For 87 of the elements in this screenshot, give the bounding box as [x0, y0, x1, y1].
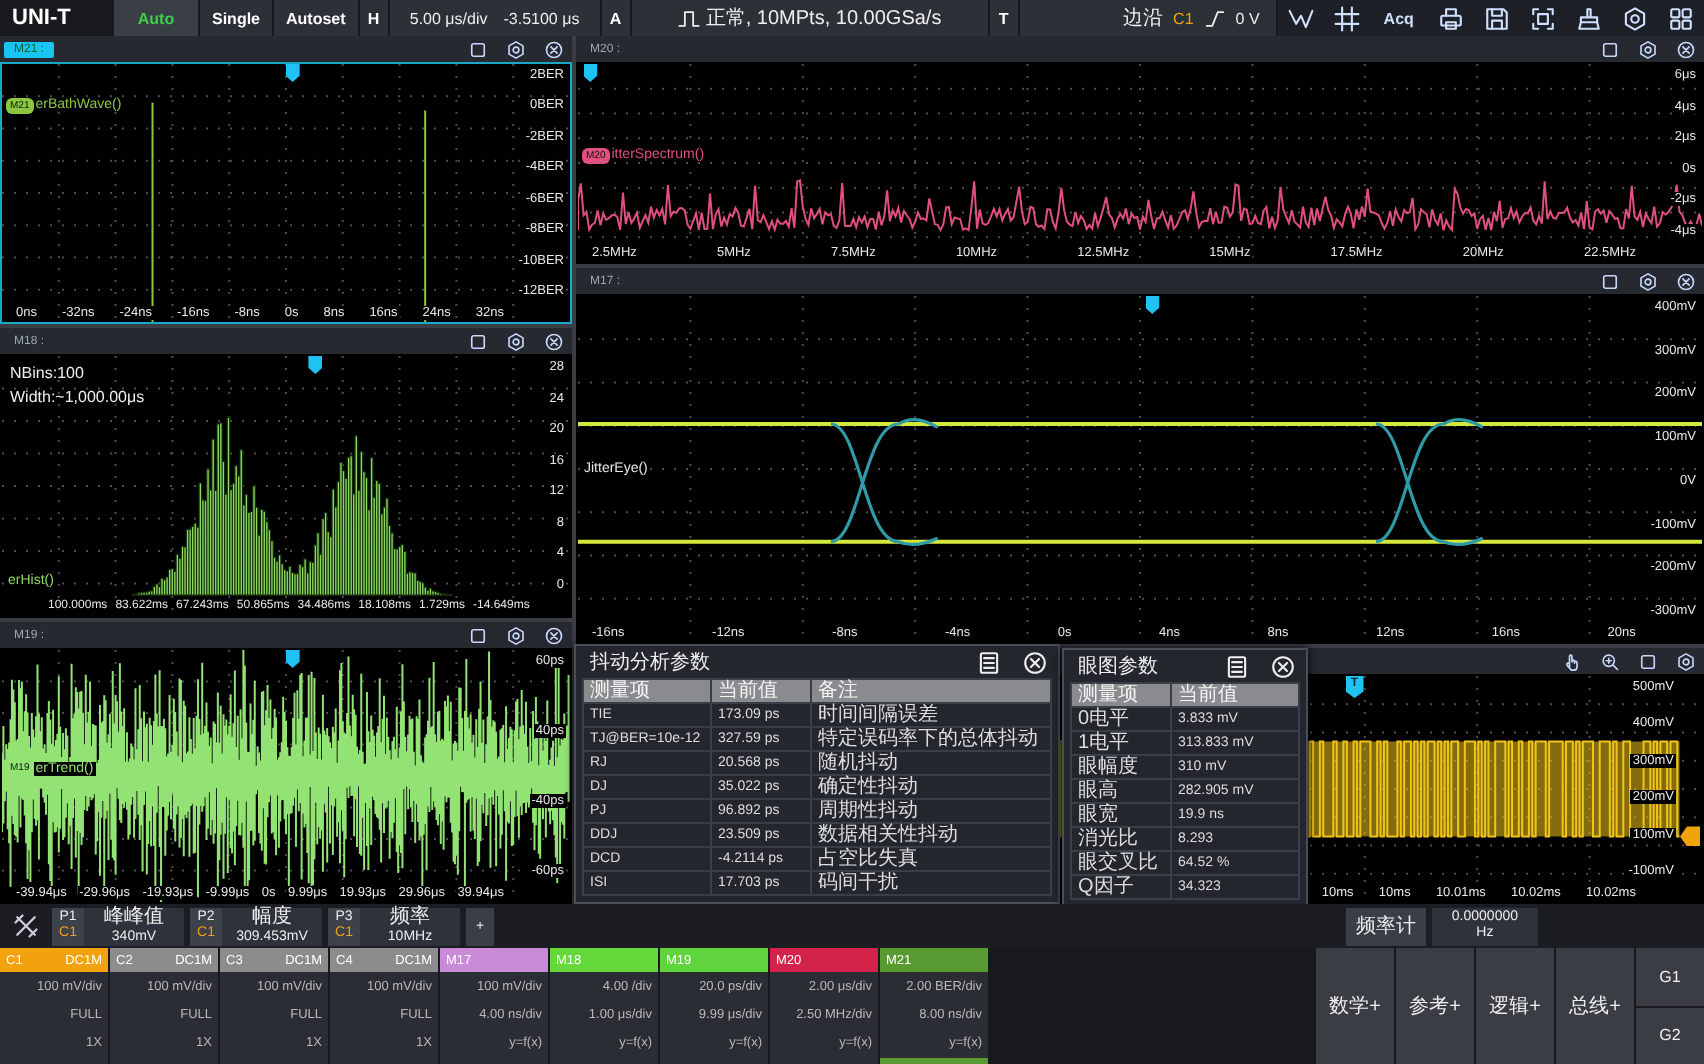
settings-icon[interactable]: [1621, 5, 1648, 31]
ground-marker-icon[interactable]: [1680, 826, 1700, 847]
column-header: 测量项: [583, 679, 711, 703]
measure-name: 频率: [390, 907, 430, 927]
section-button[interactable]: H: [359, 0, 388, 36]
menu-button[interactable]: 数学+: [1316, 948, 1394, 1064]
group-button[interactable]: G1: [1636, 948, 1704, 1005]
table-cell: 周期性抖动: [811, 799, 1051, 823]
table-cell: 眼幅度: [1071, 755, 1171, 779]
run-mode-button[interactable]: Auto: [114, 0, 198, 36]
column-header: 当前值: [1171, 683, 1299, 707]
table-cell: 占空比失真: [811, 847, 1051, 871]
measure-name: 幅度: [252, 907, 292, 927]
table-cell: 消光比: [1071, 827, 1171, 851]
square-icon[interactable]: [468, 331, 488, 351]
close-icon[interactable]: [544, 331, 564, 351]
close-icon[interactable]: [1676, 39, 1696, 59]
trigger-type[interactable]: 边沿: [1123, 4, 1164, 32]
table-cell: 特定误码率下的总体抖动: [811, 727, 1051, 751]
table-cell: 数据相关性抖动: [811, 823, 1051, 847]
position-marker-icon[interactable]: [285, 650, 300, 668]
pulse-icon: [677, 7, 700, 29]
table-cell: 眼宽: [1071, 803, 1171, 827]
save-icon[interactable]: [1483, 5, 1510, 31]
close-icon[interactable]: [544, 625, 564, 645]
table-cell: 确定性抖动: [811, 775, 1051, 799]
waveform-icon[interactable]: [1287, 5, 1314, 31]
close-icon[interactable]: [1270, 653, 1296, 679]
square-icon[interactable]: [1600, 39, 1620, 59]
table-cell: 随机抖动: [811, 751, 1051, 775]
layout-icon[interactable]: [1667, 5, 1694, 31]
square-icon[interactable]: [468, 39, 488, 59]
dialog-title: 抖动分析参数: [590, 649, 712, 676]
menu-button[interactable]: 逻辑+: [1476, 948, 1554, 1064]
column-header: 当前值: [711, 679, 811, 703]
column-header: 备注: [811, 679, 1051, 703]
position-marker-icon[interactable]: [583, 64, 598, 82]
table-cell: 1电平: [1071, 731, 1171, 755]
column-header: 测量项: [1071, 683, 1171, 707]
section-button[interactable]: A: [601, 0, 630, 36]
position-marker-icon[interactable]: [308, 356, 323, 374]
table-icon[interactable]: [976, 649, 1002, 675]
hand-icon[interactable]: [1562, 651, 1582, 671]
toolbar-button[interactable]: Single: [200, 0, 273, 36]
square-icon[interactable]: [1600, 271, 1620, 291]
position-marker-icon[interactable]: [285, 64, 300, 82]
counter-button[interactable]: 频率计: [1345, 907, 1426, 945]
settings-icon[interactable]: [1638, 271, 1658, 291]
screenshot-icon[interactable]: [1529, 5, 1556, 31]
printer-icon[interactable]: [1437, 5, 1464, 31]
trigger-source[interactable]: C1: [1173, 9, 1194, 27]
brush-icon[interactable]: [1575, 5, 1602, 31]
table-cell: 眼高: [1071, 779, 1171, 803]
square-icon[interactable]: [1638, 651, 1658, 671]
table-cell: Q因子: [1071, 875, 1171, 899]
section-button[interactable]: T: [989, 0, 1018, 36]
dialog-title: 眼图参数: [1078, 653, 1160, 680]
close-icon[interactable]: [544, 39, 564, 59]
timebase-value[interactable]: 5.00 μs/div: [409, 9, 488, 27]
offset-value[interactable]: -3.5100 μs: [503, 9, 580, 27]
histogram-info: NBins:100: [10, 364, 86, 382]
trigger-level[interactable]: 0 V: [1235, 9, 1260, 27]
settings-icon[interactable]: [1638, 39, 1658, 59]
close-icon[interactable]: [1022, 649, 1048, 675]
table-icon[interactable]: [1224, 653, 1250, 679]
measure-name: 峰峰值: [104, 907, 164, 927]
acquire-button[interactable]: Acq: [1379, 0, 1418, 36]
tools-icon[interactable]: [12, 912, 40, 940]
settings-icon[interactable]: [1676, 651, 1696, 671]
rising-edge-icon: [1203, 7, 1226, 29]
position-marker-icon[interactable]: [1145, 296, 1160, 314]
logo: UNI-T: [10, 4, 73, 34]
table-cell: 眼交叉比: [1071, 851, 1171, 875]
group-button[interactable]: G2: [1636, 1007, 1704, 1064]
close-icon[interactable]: [1676, 271, 1696, 291]
table-cell: 时间间隔误差: [811, 703, 1051, 727]
menu-button[interactable]: 参考+: [1396, 948, 1474, 1064]
settings-icon[interactable]: [506, 39, 526, 59]
menu-button[interactable]: 总线+: [1556, 948, 1634, 1064]
histogram-info: Width:~1,000.00μs: [10, 388, 145, 406]
square-icon[interactable]: [468, 625, 488, 645]
table-cell: 0电平: [1071, 707, 1171, 731]
toolbar-button[interactable]: Autoset: [274, 0, 358, 36]
zoom-icon[interactable]: [1600, 651, 1620, 671]
settings-icon[interactable]: [506, 625, 526, 645]
table-cell: 码间干扰: [811, 871, 1051, 895]
settings-icon[interactable]: [506, 331, 526, 351]
